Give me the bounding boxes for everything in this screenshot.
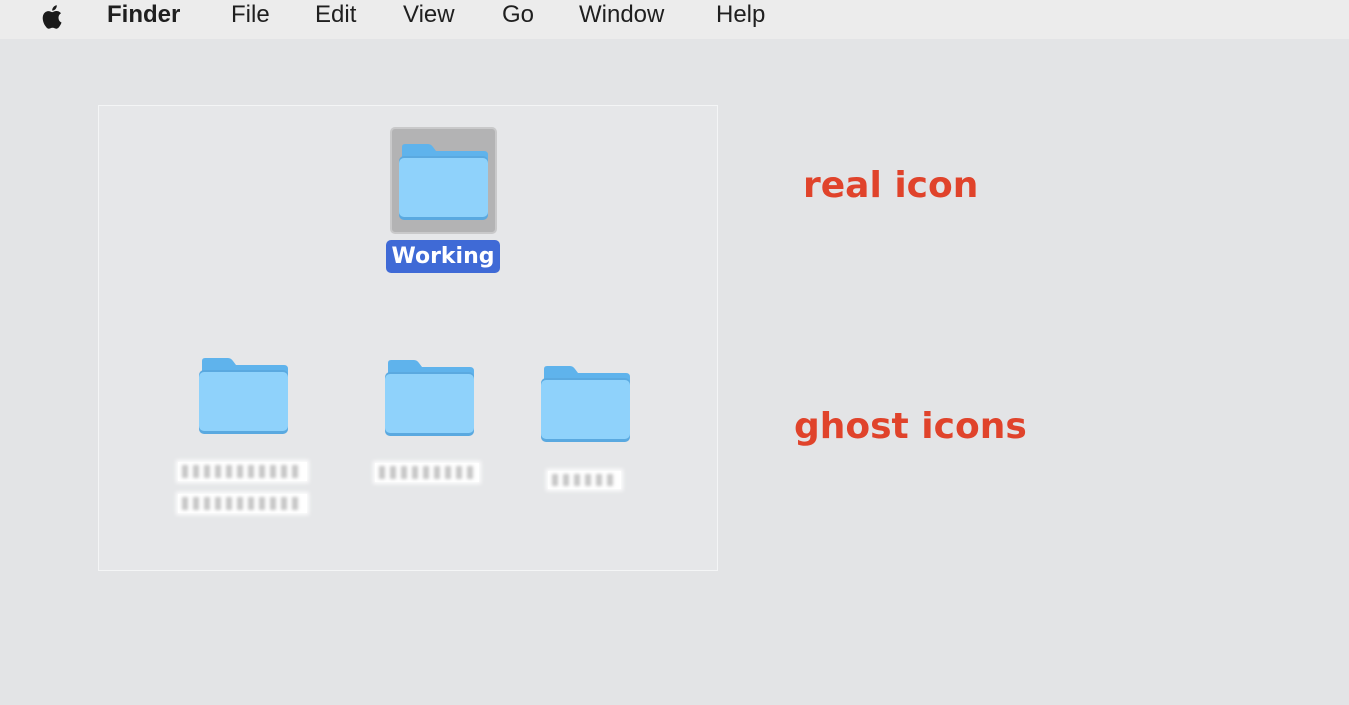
folder-label-working[interactable]: Working (386, 240, 500, 273)
redacted-folder-label (178, 462, 307, 481)
folder-icon[interactable] (198, 357, 289, 435)
folder-icon[interactable] (398, 143, 489, 221)
menu-edit[interactable]: Edit (315, 0, 356, 30)
redacted-folder-label (178, 494, 307, 513)
annotation-ghost-icons: ghost icons (794, 406, 1027, 447)
folder-icon[interactable] (384, 359, 475, 437)
menu-window[interactable]: Window (579, 0, 664, 30)
menu-file[interactable]: File (231, 0, 270, 30)
menu-view[interactable]: View (403, 0, 455, 30)
annotation-real-icon: real icon (803, 165, 979, 206)
folder-icon[interactable] (540, 365, 631, 443)
menu-bar: Finder File Edit View Go Window Help (0, 0, 1349, 39)
menu-finder[interactable]: Finder (107, 0, 180, 30)
menu-go[interactable]: Go (502, 0, 534, 30)
menu-help[interactable]: Help (716, 0, 765, 30)
redacted-folder-label (375, 463, 479, 482)
redacted-folder-label (548, 471, 621, 489)
apple-icon[interactable] (38, 2, 68, 32)
